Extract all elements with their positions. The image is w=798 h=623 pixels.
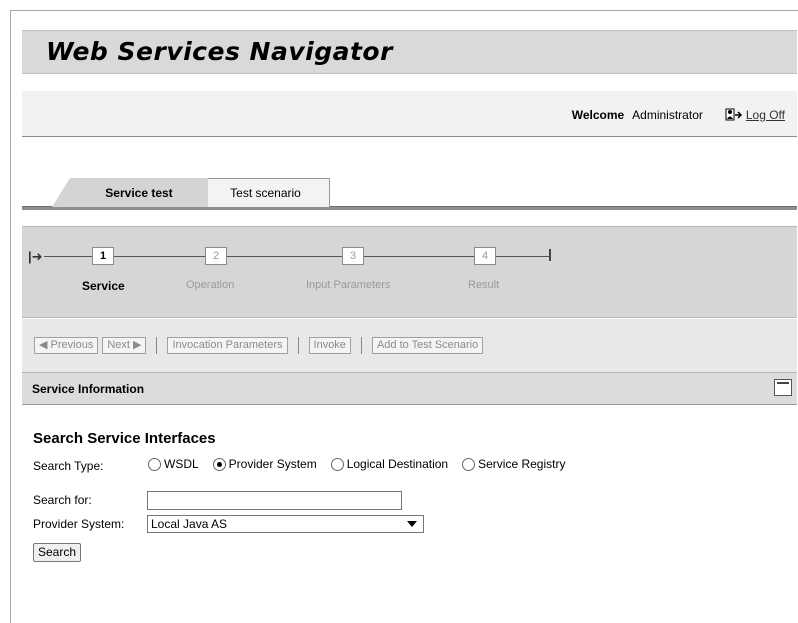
toolbar-separator xyxy=(360,337,362,354)
toolbar-separator xyxy=(156,337,158,354)
provider-system-label: Provider System: xyxy=(33,517,125,531)
next-button[interactable]: Next ▶ xyxy=(102,337,147,354)
toolbar-row: ◀ Previous Next ▶ Invocation Parameters … xyxy=(34,337,484,354)
logoff-link[interactable]: Log Off xyxy=(725,107,785,123)
app-title-bar: Web Services Navigator xyxy=(22,30,797,74)
invoke-button[interactable]: Invoke xyxy=(308,337,351,354)
roadmap-end-icon xyxy=(549,249,551,261)
logoff-label: Log Off xyxy=(745,108,785,122)
search-for-label: Search for: xyxy=(33,493,92,507)
roadmap-start-icon: |➜ xyxy=(28,249,43,264)
maximize-icon[interactable] xyxy=(774,379,792,396)
provider-system-select[interactable]: Local Java AS xyxy=(147,515,424,533)
radio-logical-destination-label: Logical Destination xyxy=(346,457,449,471)
wizard-toolbar: ◀ Previous Next ▶ Invocation Parameters … xyxy=(22,319,797,372)
wizard-roadmap: |➜ 1 2 3 4 Service Operation Input Param… xyxy=(22,226,797,318)
search-type-radio-group: WSDL Provider System Logical Destination… xyxy=(148,457,565,471)
step-2-marker: 2 xyxy=(205,247,227,265)
tab-test-scenario[interactable]: Test scenario xyxy=(187,178,330,207)
radio-wsdl[interactable]: WSDL xyxy=(148,457,199,471)
radio-logical-destination-icon[interactable] xyxy=(330,457,344,471)
search-type-label: Search Type: xyxy=(33,459,104,473)
radio-service-registry-icon[interactable] xyxy=(462,457,476,471)
section-header: Service Information xyxy=(22,372,797,405)
invocation-parameters-button[interactable]: Invocation Parameters xyxy=(167,337,288,354)
user-name: Administrator xyxy=(632,108,703,122)
step-4-marker: 4 xyxy=(474,247,496,265)
welcome-bar: Welcome Administrator Log Off xyxy=(22,91,797,137)
radio-wsdl-icon[interactable] xyxy=(148,457,161,471)
radio-provider-system-label: Provider System xyxy=(228,457,317,471)
radio-provider-system-icon[interactable] xyxy=(212,457,226,471)
radio-provider-system[interactable]: Provider System xyxy=(212,457,317,471)
search-title: Search Service Interfaces xyxy=(33,430,216,447)
previous-button[interactable]: ◀ Previous xyxy=(34,337,99,354)
add-to-test-scenario-button[interactable]: Add to Test Scenario xyxy=(371,337,484,354)
step-4-label: Result xyxy=(468,279,500,291)
dropdown-arrow-icon[interactable] xyxy=(407,521,417,527)
step-1-marker[interactable]: 1 xyxy=(92,247,114,265)
step-3-label: Input Parameters xyxy=(306,279,391,291)
welcome-label: Welcome xyxy=(571,108,625,122)
tab-service-test[interactable]: Service test xyxy=(52,178,208,207)
step-3-marker: 3 xyxy=(342,247,364,265)
step-2-label: Operation xyxy=(186,279,235,291)
provider-system-value: Local Java AS xyxy=(151,517,228,531)
search-for-input[interactable] xyxy=(147,491,402,510)
app-title: Web Services Navigator xyxy=(46,37,393,66)
welcome-row: Welcome Administrator Log Off xyxy=(572,107,785,123)
radio-service-registry[interactable]: Service Registry xyxy=(462,457,565,471)
radio-logical-destination[interactable]: Logical Destination xyxy=(330,457,449,471)
radio-service-registry-label: Service Registry xyxy=(478,457,566,471)
logoff-icon xyxy=(725,107,743,123)
search-button[interactable]: Search xyxy=(33,543,82,562)
tab-strip: Test scenario Service test xyxy=(22,178,797,210)
step-1-label[interactable]: Service xyxy=(82,279,125,293)
radio-wsdl-label: WSDL xyxy=(164,457,199,471)
section-title: Service Information xyxy=(32,382,145,396)
toolbar-separator xyxy=(297,337,299,354)
